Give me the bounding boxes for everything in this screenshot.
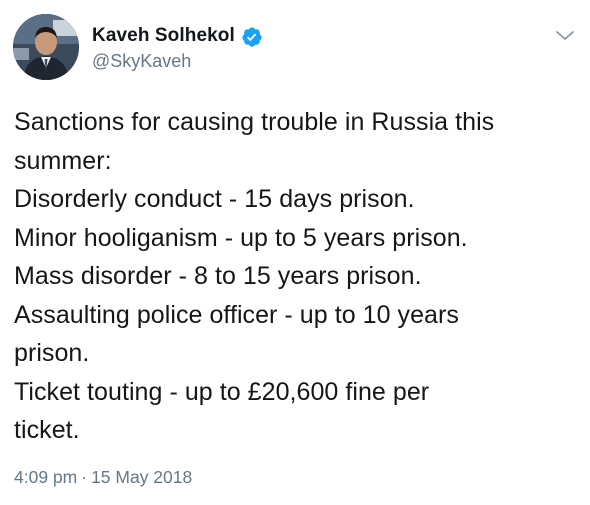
tweet-text-line: ticket. [14, 416, 80, 444]
chevron-down-icon[interactable] [554, 24, 576, 46]
tweet-text: Sanctions for causing trouble in Russia … [14, 103, 579, 450]
tweet-text-line: Sanctions for causing trouble in Russia … [14, 108, 495, 136]
tweet-text-line: Minor hooliganism - up to 5 years prison… [14, 223, 468, 252]
tweet-time[interactable]: 4:09 pm [14, 467, 77, 487]
author-handle[interactable]: @SkyKaveh [92, 51, 191, 72]
tweet-text-line: summer: [14, 146, 112, 175]
tweet-text-line: Assaulting police officer - up to 10 yea… [14, 300, 459, 329]
avatar[interactable] [13, 14, 79, 80]
tweet-date[interactable]: 15 May 2018 [91, 467, 192, 487]
tweet-card: Kaveh Solhekol @SkyKaveh Sanctions for c… [0, 0, 590, 505]
avatar-image [13, 14, 79, 80]
verified-badge-icon [241, 26, 263, 48]
tweet-timestamp[interactable]: 4:09 pm · 15 May 2018 [14, 467, 192, 488]
tweet-text-line: prison. [14, 339, 90, 367]
author-name-row[interactable]: Kaveh Solhekol [92, 24, 263, 48]
author-display-name[interactable]: Kaveh Solhekol [92, 25, 235, 47]
tweet-text-line: Ticket touting - up to £20,600 fine per [14, 377, 430, 406]
tweet-text-line: Mass disorder - 8 to 15 years prison. [14, 262, 422, 290]
tweet-text-line: Disorderly conduct - 15 days prison. [14, 185, 415, 213]
meta-separator: · [81, 467, 88, 487]
